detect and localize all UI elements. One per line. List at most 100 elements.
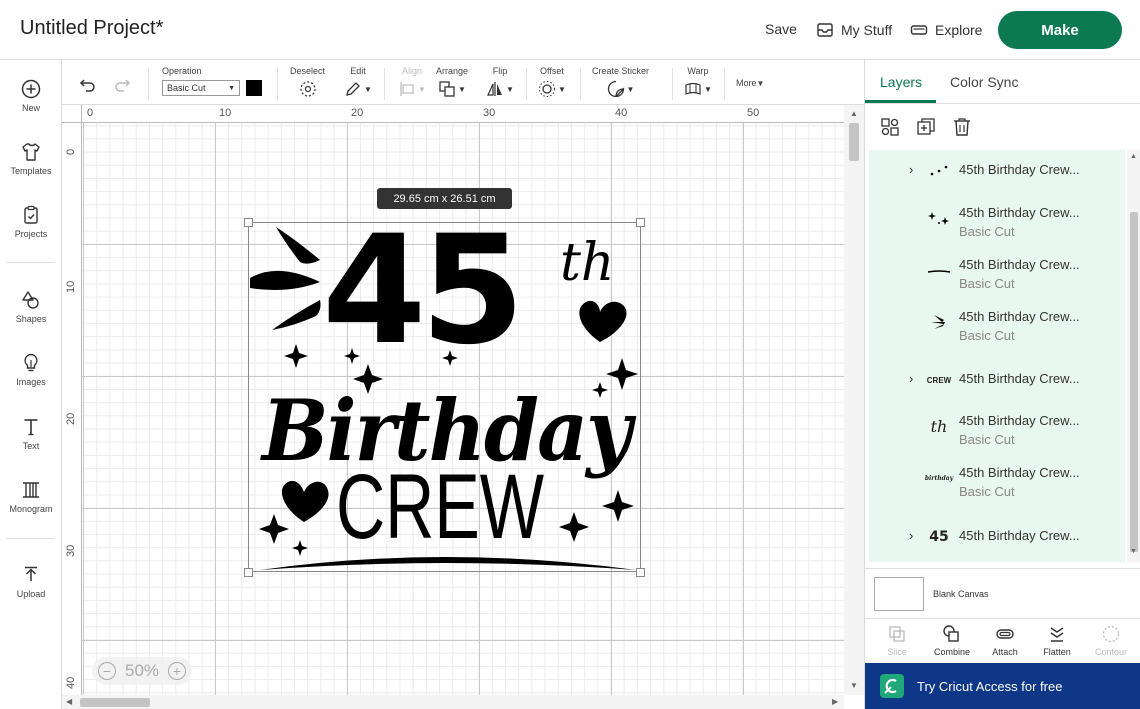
sidebar-item-templates[interactable]: Templates: [0, 141, 62, 176]
layer-bottom-actions: Slice Combine Attach Flatten Contour: [865, 618, 1140, 663]
sidebar-item-images[interactable]: Images: [0, 352, 62, 387]
layer-name: 45th Birthday Crew...: [959, 309, 1080, 324]
machine-icon: [910, 25, 928, 35]
create-sticker-button[interactable]: Create Sticker ▼: [592, 66, 649, 100]
slice-button[interactable]: Slice: [871, 624, 923, 657]
attach-button[interactable]: Attach: [979, 624, 1031, 657]
flip-label: Flip: [492, 66, 508, 76]
scroll-down-icon[interactable]: ▼: [1130, 548, 1137, 555]
flatten-button[interactable]: Flatten: [1031, 624, 1083, 657]
duplicate-icon[interactable]: [915, 116, 937, 138]
undo-button[interactable]: [78, 74, 98, 96]
layer-thumbnail-rays: [927, 313, 951, 331]
combine-button[interactable]: Combine: [926, 624, 978, 657]
sidebar-item-monogram[interactable]: Monogram: [0, 479, 62, 514]
layer-thumbnail-sparkles: [927, 209, 951, 227]
sidebar-item-shapes[interactable]: Shapes: [0, 289, 62, 324]
scroll-left-icon[interactable]: ◀: [66, 697, 72, 706]
layer-thumbnail-45: 45: [927, 528, 951, 546]
ruler-label: 20: [65, 412, 77, 425]
layer-actions: [879, 116, 973, 138]
layers-scrollbar[interactable]: ▲ ▼: [1127, 150, 1140, 562]
canvas-vertical-scrollbar[interactable]: ▲ ▼: [844, 105, 864, 695]
explore-link[interactable]: Explore: [910, 21, 982, 39]
scroll-thumb[interactable]: [1130, 212, 1138, 552]
my-stuff-link[interactable]: My Stuff: [816, 21, 892, 39]
chevron-right-icon[interactable]: ›: [909, 528, 913, 543]
layer-operation: Basic Cut: [959, 484, 1015, 499]
deselect-icon: [299, 81, 316, 97]
bulb-icon: [24, 353, 38, 372]
layer-thumbnail-text: th: [930, 416, 948, 436]
ruler-label: 30: [483, 107, 496, 119]
more-button[interactable]: More▼: [736, 78, 764, 88]
ruler-label: 50: [747, 107, 760, 119]
dropdown-caret-icon: ▼: [228, 84, 235, 92]
edit-button[interactable]: Edit ▼: [344, 66, 372, 100]
chevron-right-icon[interactable]: ›: [909, 371, 913, 386]
toolbar-divider: [580, 68, 581, 100]
scroll-down-icon[interactable]: ▼: [850, 681, 858, 690]
offset-label: Offset: [540, 66, 564, 76]
project-title[interactable]: Untitled Project*: [20, 17, 163, 40]
chevron-down-icon: ▼: [506, 84, 514, 94]
tab-color-sync[interactable]: Color Sync: [950, 74, 1018, 90]
ruler-left: 0 10 20 30 40: [62, 123, 82, 695]
layer-name: 45th Birthday Crew...: [959, 528, 1080, 543]
scroll-thumb[interactable]: [849, 123, 859, 161]
canvas-horizontal-scrollbar[interactable]: ◀ ▶: [62, 695, 844, 709]
deselect-button[interactable]: Deselect: [290, 66, 325, 100]
blank-canvas-row[interactable]: Blank Canvas: [865, 568, 1140, 618]
ruler-label: 30: [65, 544, 77, 557]
save-link[interactable]: Save: [765, 21, 797, 37]
sidebar-item-text[interactable]: Text: [0, 416, 62, 451]
tabs-divider: [865, 103, 1140, 104]
group-icon[interactable]: [879, 116, 901, 138]
align-button[interactable]: Align ▼: [398, 66, 426, 100]
my-stuff-label: My Stuff: [841, 22, 893, 38]
warp-button[interactable]: Warp ▼: [684, 66, 712, 100]
chevron-right-icon[interactable]: ›: [909, 162, 913, 177]
selection-box[interactable]: [248, 222, 641, 572]
resize-handle-bottom-left[interactable]: [244, 568, 253, 577]
zoom-in-button[interactable]: +: [168, 662, 186, 680]
scroll-right-icon[interactable]: ▶: [832, 697, 838, 706]
zoom-out-button[interactable]: −: [98, 662, 116, 680]
more-label: More: [736, 78, 757, 88]
tab-layers[interactable]: Layers: [880, 74, 922, 90]
operation-select[interactable]: Basic Cut ▼: [162, 80, 240, 96]
warp-icon: [685, 82, 701, 95]
make-button[interactable]: Make: [998, 11, 1122, 49]
sidebar-item-projects[interactable]: Projects: [0, 204, 62, 239]
offset-button[interactable]: Offset ▼: [538, 66, 566, 100]
blank-canvas-swatch[interactable]: [874, 577, 924, 611]
arrange-icon: [439, 81, 455, 97]
contour-icon: [1102, 625, 1120, 643]
cricut-access-text: Try Cricut Access for free: [917, 678, 1063, 694]
flip-button[interactable]: Flip ▼: [486, 66, 514, 100]
scroll-thumb[interactable]: [80, 698, 150, 707]
layer-thumbnail-crew: CREW: [927, 371, 951, 389]
arrange-button[interactable]: Arrange ▼: [436, 66, 468, 100]
resize-handle-top-right[interactable]: [636, 218, 645, 227]
resize-handle-top-left[interactable]: [244, 218, 253, 227]
deselect-label: Deselect: [290, 66, 326, 76]
sidebar-item-label: Monogram: [9, 504, 53, 514]
operation-value: Basic Cut: [167, 83, 206, 93]
cricut-access-banner[interactable]: Try Cricut Access for free: [865, 663, 1140, 709]
operation-color-swatch[interactable]: [246, 80, 262, 96]
sidebar-item-label: Images: [16, 377, 46, 387]
sidebar-item-new[interactable]: New: [0, 78, 62, 113]
layer-thumbnail-dots: [927, 162, 951, 180]
resize-handle-bottom-right[interactable]: [636, 568, 645, 577]
zoom-level: 50%: [124, 661, 160, 680]
delete-icon[interactable]: [951, 116, 973, 138]
undo-icon: [79, 79, 95, 92]
scroll-up-icon[interactable]: ▲: [1130, 153, 1137, 160]
sidebar-item-upload[interactable]: Upload: [0, 564, 62, 599]
layers-panel: Layers Color Sync › 45th Birthday Crew..…: [864, 60, 1140, 709]
redo-button[interactable]: [112, 74, 132, 96]
contour-button[interactable]: Contour: [1085, 624, 1137, 657]
scroll-up-icon[interactable]: ▲: [850, 109, 858, 118]
sidebar-item-label: Projects: [14, 229, 48, 239]
